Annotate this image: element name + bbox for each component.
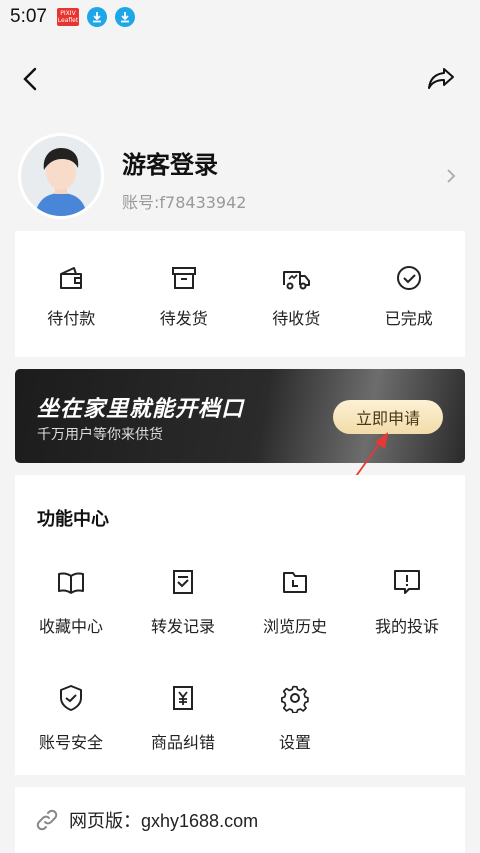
order-label: 已完成 — [384, 309, 433, 328]
download-icon — [86, 7, 107, 27]
function-label: 设置 — [278, 733, 311, 752]
banner-title: 坐在家里就能开档口 — [37, 397, 245, 422]
my-complaints[interactable]: 我的投诉 — [351, 567, 463, 637]
gear-icon — [281, 685, 309, 713]
yen-correction-icon — [173, 686, 193, 710]
profile-section[interactable]: 游客登录 账号:f78433942 — [18, 133, 468, 219]
share-button[interactable] — [424, 64, 458, 94]
function-label: 我的投诉 — [374, 617, 439, 636]
chevron-right-icon — [447, 169, 456, 183]
book-icon — [58, 572, 84, 594]
check-circle-icon — [396, 266, 421, 290]
order-status-panel: 待付款 待发货 待收货 已完成 — [15, 231, 465, 357]
order-completed[interactable]: 已完成 — [353, 231, 466, 357]
order-pending-payment[interactable]: 待付款 — [15, 231, 128, 357]
forward-records[interactable]: 转发记录 — [127, 567, 239, 637]
function-label: 收藏中心 — [38, 617, 103, 636]
shield-icon — [60, 685, 82, 711]
account-security[interactable]: 账号安全 — [15, 683, 127, 753]
complaint-icon — [394, 570, 420, 594]
banner-subtitle: 千万用户等你来供货 — [37, 427, 163, 443]
forward-record-icon — [173, 570, 193, 594]
product-correction[interactable]: 商品纠错 — [127, 683, 239, 753]
share-icon — [428, 68, 454, 89]
box-icon — [171, 267, 196, 289]
back-button[interactable] — [16, 64, 44, 94]
order-pending-shipment[interactable]: 待发货 — [128, 231, 241, 357]
order-label: 待收货 — [272, 309, 321, 328]
download-icon — [114, 7, 135, 27]
avatar[interactable] — [18, 133, 104, 219]
wallet-icon — [60, 267, 83, 289]
function-center-title: 功能中心 — [37, 509, 109, 530]
settings[interactable]: 设置 — [239, 683, 351, 753]
truck-icon — [283, 271, 311, 290]
web-version-row[interactable]: 网页版：gxhy1688.com — [15, 787, 465, 853]
order-label: 待发货 — [159, 309, 208, 328]
favorites-center[interactable]: 收藏中心 — [15, 567, 127, 637]
function-center-panel: 功能中心 收藏中心 转发记录 浏览历史 我的投诉 账号安全 商品纠错 设置 — [15, 475, 465, 775]
merchant-banner[interactable]: 坐在家里就能开档口 千万用户等你来供货 立即申请 — [15, 369, 465, 463]
status-bar: 5:07 PIXIV Leaflet — [0, 0, 480, 34]
order-pending-receipt[interactable]: 待收货 — [240, 231, 353, 357]
app-notification-icon: PIXIV Leaflet — [56, 8, 79, 26]
notification-badge-line1: PIXIV — [60, 10, 76, 17]
browse-history[interactable]: 浏览历史 — [239, 567, 351, 637]
function-label: 商品纠错 — [150, 733, 215, 752]
function-label: 浏览历史 — [262, 617, 327, 636]
web-version-text: 网页版：gxhy1688.com — [69, 811, 259, 831]
status-time: 5:07 — [10, 6, 47, 27]
function-label: 转发记录 — [150, 617, 215, 636]
apply-now-button[interactable]: 立即申请 — [333, 400, 443, 434]
notification-badge-line2: Leaflet — [57, 17, 79, 24]
link-icon — [36, 809, 58, 831]
history-icon — [283, 572, 307, 593]
profile-name: 游客登录 — [122, 151, 218, 179]
function-label: 账号安全 — [38, 733, 103, 752]
order-label: 待付款 — [47, 309, 96, 328]
profile-account: 账号:f78433942 — [122, 193, 247, 212]
chevron-left-icon — [23, 67, 37, 91]
